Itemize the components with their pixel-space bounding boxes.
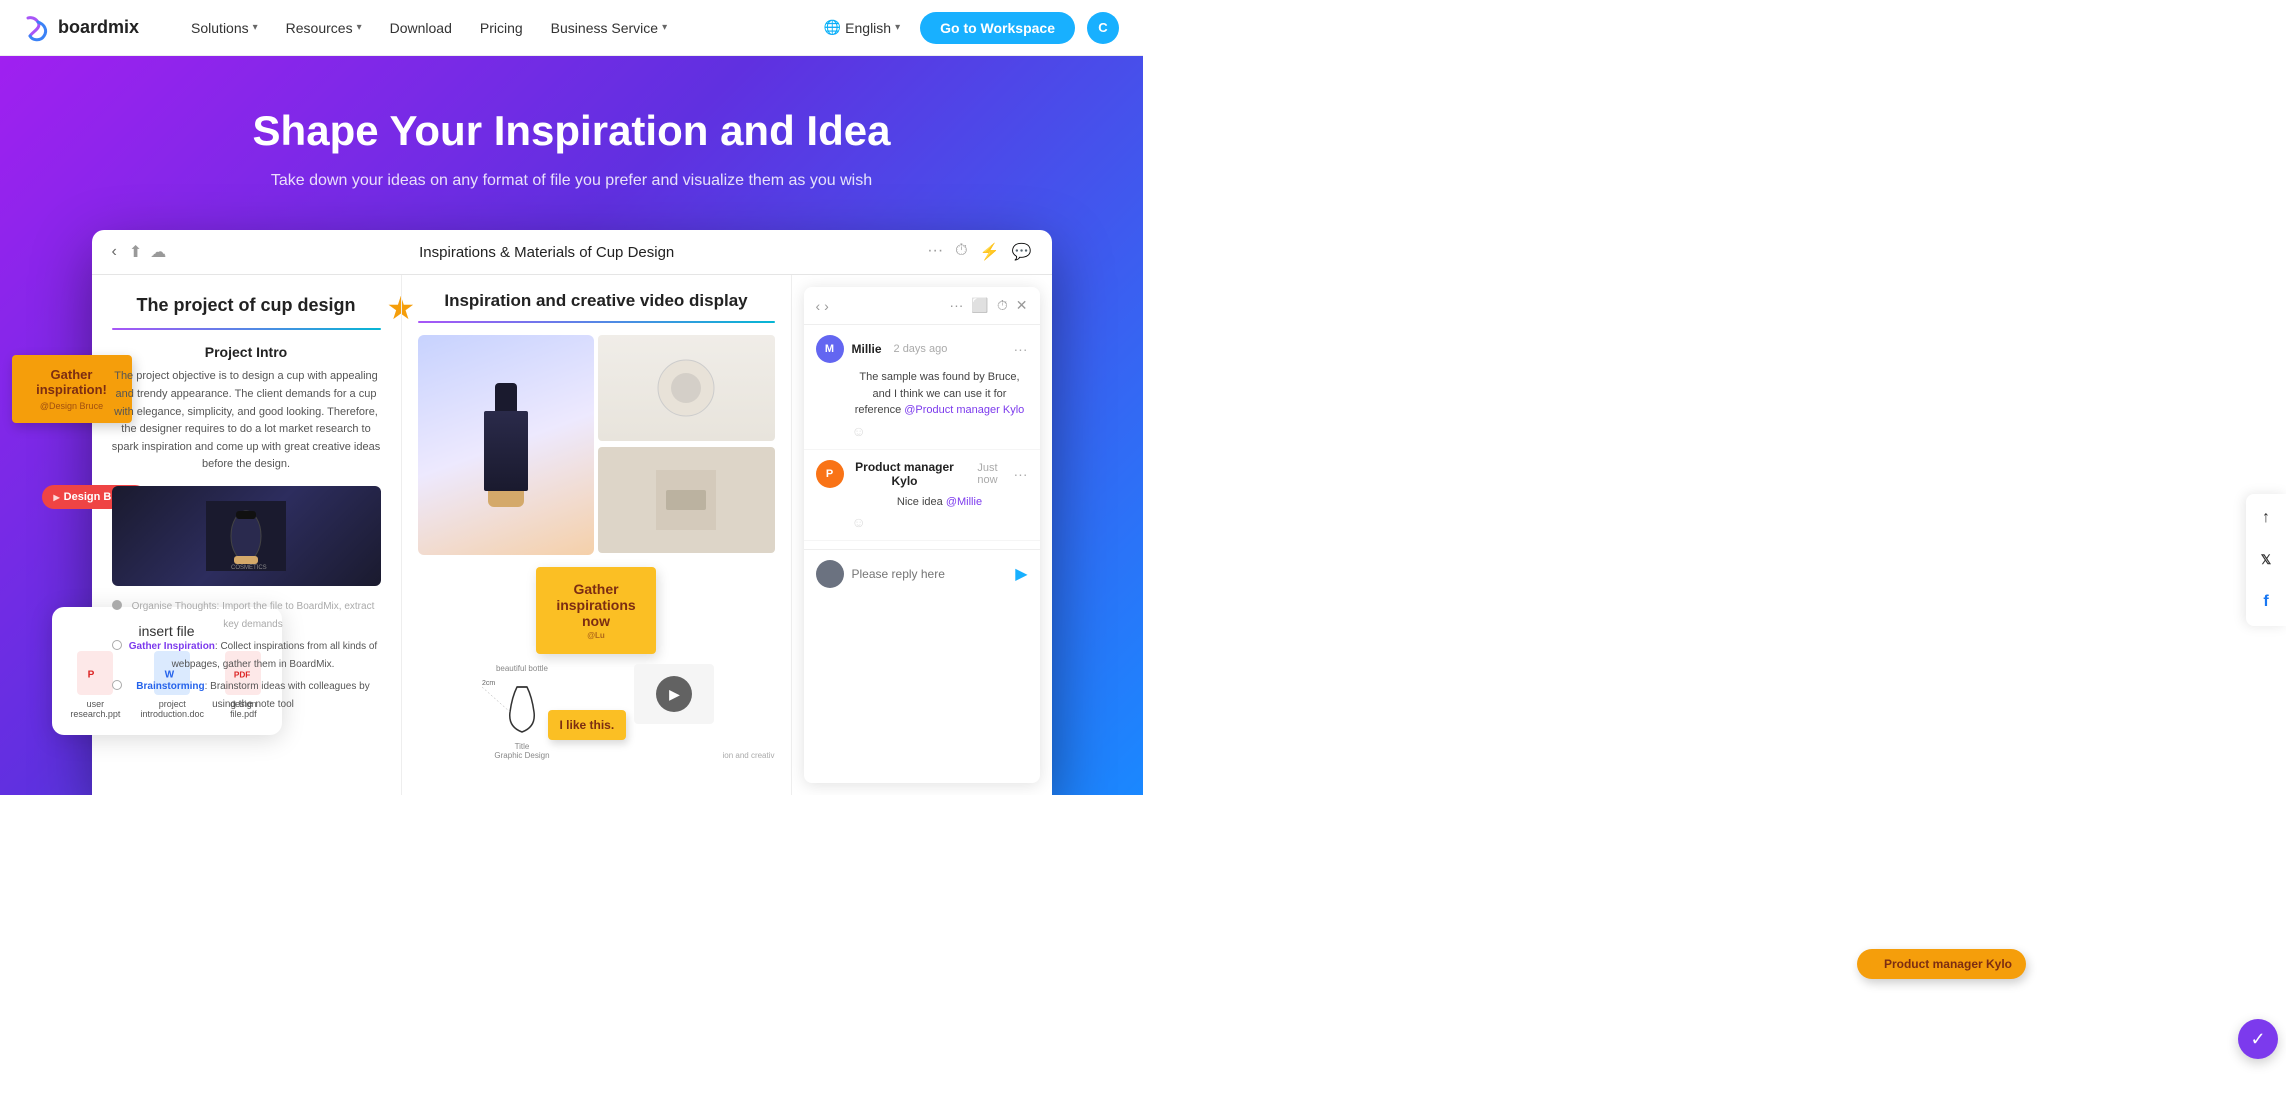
task-brainstorm: Brainstorming: Brainstorm ideas with col…: [112, 678, 381, 714]
nav-pricing[interactable]: Pricing: [468, 14, 535, 42]
doc-image: COSMETICS: [112, 486, 381, 586]
mockup-titlebar: ‹ ⬆ ☁ Inspirations & Materials of Cup De…: [92, 230, 1052, 275]
main-product-image: [418, 335, 595, 555]
nav-download[interactable]: Download: [378, 14, 464, 42]
right-panel: ‹ › ··· ⬜ ⏱ ✕ M: [792, 275, 1052, 795]
mockup-content: ★ Gather inspiration! @Design Bruce Desi…: [92, 275, 1052, 795]
more-options-icon[interactable]: ···: [949, 297, 963, 314]
comment-header: ‹ › ··· ⬜ ⏱ ✕: [804, 287, 1040, 325]
expand-icon[interactable]: ⬜: [971, 297, 988, 314]
logo-icon: [24, 14, 52, 42]
back-button[interactable]: ‹: [112, 243, 117, 261]
video-thumbnail[interactable]: ▶: [634, 664, 714, 724]
language-selector[interactable]: 🌐 English ▾: [816, 13, 908, 42]
chevron-down-icon: ▾: [253, 22, 258, 33]
kylo-comment-text: Nice idea @Millie: [852, 494, 1028, 511]
close-icon[interactable]: ✕: [1016, 297, 1028, 314]
millie-comment-text: The sample was found by Bruce, and I thi…: [852, 369, 1028, 419]
chevron-down-icon: ▾: [662, 22, 667, 33]
upload-icon[interactable]: ⬆: [129, 242, 142, 262]
social-sidebar: ↑ 𝕏 f: [2246, 494, 2286, 626]
chat-bubble-button[interactable]: ✓: [2238, 1019, 2278, 1059]
chevron-down-icon: ▾: [895, 22, 900, 33]
hero-section: Shape Your Inspiration and Idea Take dow…: [0, 56, 1143, 795]
image-grid: [418, 335, 775, 555]
comment-nav: ‹ ›: [816, 298, 829, 314]
user-avatar[interactable]: C: [1087, 12, 1119, 44]
reply-avatar: [816, 560, 844, 588]
comment-more-icon[interactable]: ···: [1014, 341, 1028, 357]
play-button[interactable]: ▶: [656, 676, 692, 712]
hero-subtitle: Take down your ideas on any format of fi…: [20, 172, 1123, 190]
comment-icon[interactable]: 💬: [1012, 242, 1032, 262]
logo-text: boardmix: [58, 17, 139, 38]
doc-body-text: The project objective is to design a cup…: [112, 368, 381, 474]
titlebar-icons: ⬆ ☁: [129, 242, 166, 262]
thumbnail-label: ion and creativ: [722, 751, 774, 760]
cloud-icon[interactable]: ☁: [150, 242, 166, 262]
reply-input[interactable]: [844, 567, 1016, 581]
comment-panel: ‹ › ··· ⬜ ⏱ ✕ M: [804, 287, 1040, 783]
globe-icon: 🌐: [824, 19, 841, 36]
like-this-sticky: I like this.: [548, 710, 627, 740]
comment-header-icons: ··· ⬜ ⏱ ✕: [949, 297, 1027, 314]
facebook-button[interactable]: f: [2246, 582, 2286, 622]
clock-icon[interactable]: ⏱: [997, 297, 1008, 314]
doc-section-title: Project Intro: [112, 344, 381, 360]
comment-kylo: P Product manager Kylo Just now ··· Nice…: [804, 450, 1040, 542]
next-comment-button[interactable]: ›: [824, 298, 829, 314]
left-panel: The project of cup design Project Intro …: [92, 275, 402, 795]
timer-icon[interactable]: ⏱: [955, 242, 967, 262]
comment-millie: M Millie 2 days ago ··· The sample was f…: [804, 325, 1040, 450]
product-manager-tag: ▶ Product manager Kylo: [1857, 949, 2026, 979]
middle-panel: Inspiration and creative video display: [402, 275, 792, 795]
comment-more-icon-2[interactable]: ···: [1014, 466, 1028, 482]
scroll-up-button[interactable]: ↑: [2246, 498, 2286, 538]
app-mockup: ‹ ⬆ ☁ Inspirations & Materials of Cup De…: [92, 230, 1052, 795]
doc-title: The project of cup design: [112, 295, 381, 316]
gather-now-sticky: Gather inspirations now @Lu: [536, 567, 656, 654]
more-options-icon[interactable]: ···: [927, 242, 943, 262]
nav-resources[interactable]: Resources ▾: [274, 14, 374, 42]
doc-tasks: Organise Thoughts: Import the file to Bo…: [112, 598, 381, 714]
document-title: Inspirations & Materials of Cup Design: [178, 244, 915, 261]
cursor-icon: ▶: [1871, 957, 1880, 971]
share-icon[interactable]: ⚡: [980, 242, 1000, 262]
send-button[interactable]: ▶: [1015, 564, 1027, 584]
reply-reaction-icon[interactable]: ☺: [852, 423, 866, 439]
prev-comment-button[interactable]: ‹: [816, 298, 821, 314]
hero-title: Shape Your Inspiration and Idea: [20, 106, 1123, 156]
side-image-1: [598, 335, 775, 441]
task-gather: Gather Inspiration: Collect inspirations…: [112, 638, 381, 674]
header: boardmix Solutions ▾ Resources ▾ Downloa…: [0, 0, 1143, 56]
mid-divider: [418, 321, 775, 323]
chevron-down-icon: ▾: [357, 22, 362, 33]
nav-solutions[interactable]: Solutions ▾: [179, 14, 270, 42]
mid-panel-title: Inspiration and creative video display: [418, 291, 775, 311]
reply-reaction-icon-2[interactable]: ☺: [852, 514, 866, 530]
reply-input-row: ▶: [804, 549, 1040, 598]
twitter-button[interactable]: 𝕏: [2246, 540, 2286, 580]
svg-text:COSMETICS: COSMETICS: [231, 565, 267, 571]
go-to-workspace-button[interactable]: Go to Workspace: [920, 12, 1075, 44]
millie-avatar: M: [816, 335, 844, 363]
side-image-2: [598, 447, 775, 553]
task-organise: Organise Thoughts: Import the file to Bo…: [112, 598, 381, 634]
nav: Solutions ▾ Resources ▾ Download Pricing…: [179, 14, 816, 42]
logo-area[interactable]: boardmix: [24, 14, 139, 42]
bottom-row: beautiful bottle 2cm Title Graphic Desig…: [418, 664, 775, 760]
svg-text:2cm: 2cm: [482, 680, 495, 687]
nav-business-service[interactable]: Business Service ▾: [539, 14, 679, 42]
header-right: 🌐 English ▾ Go to Workspace C: [816, 12, 1119, 44]
kylo-avatar: P: [816, 460, 844, 488]
titlebar-right: ··· ⏱ ⚡ 💬: [927, 242, 1031, 262]
doc-divider: [112, 328, 381, 330]
